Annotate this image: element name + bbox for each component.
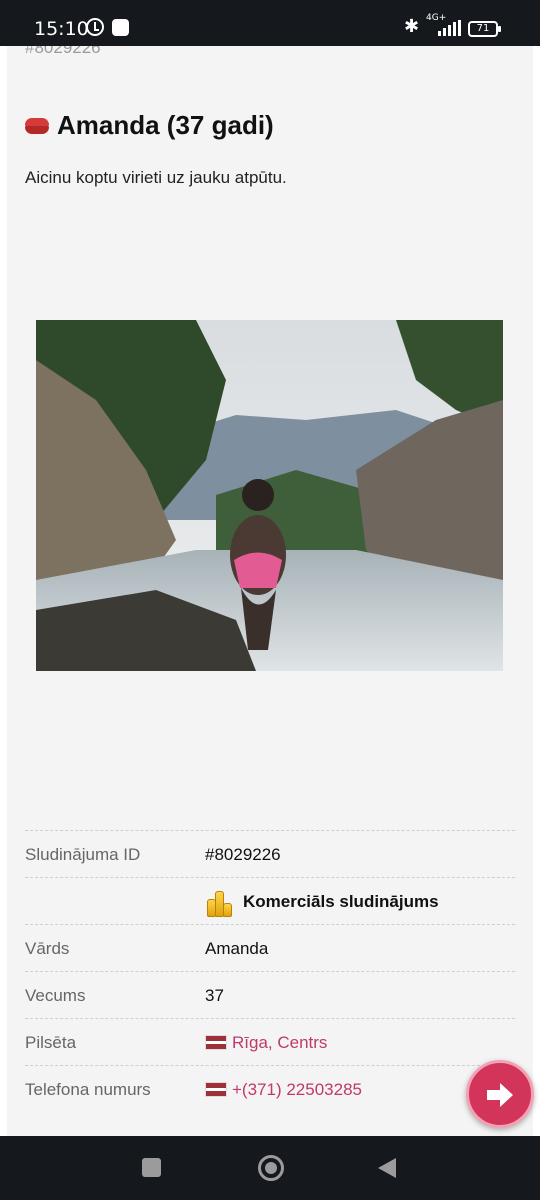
table-row: Komerciāls sludinājums <box>25 877 515 924</box>
phone-text[interactable]: +(371) 22503285 <box>232 1066 362 1113</box>
next-listing-button[interactable] <box>466 1060 534 1128</box>
page-title: Amanda (37 gadi) <box>57 110 274 140</box>
recents-icon[interactable] <box>142 1158 161 1177</box>
row-label: Pilsēta <box>25 1033 77 1052</box>
row-value: Amanda <box>205 939 269 958</box>
home-icon[interactable] <box>258 1155 284 1181</box>
system-nav-bar <box>0 1136 540 1200</box>
bluetooth-icon: ✱ <box>404 16 420 37</box>
row-value: Komerciāls sludinājums <box>205 878 439 925</box>
listing-id-header: #8029226 <box>25 46 101 57</box>
latvia-flag-icon <box>205 1082 227 1097</box>
lips-icon <box>25 117 49 134</box>
listing-card: #8029226 Amanda (37 gadi) Aicinu koptu v… <box>7 46 533 1136</box>
notification-icon <box>112 19 129 36</box>
table-row: Vecums 37 <box>25 971 515 1018</box>
arrow-right-icon <box>487 1083 513 1107</box>
phone-link[interactable]: +(371) 22503285 <box>205 1066 362 1113</box>
signal-icon <box>438 20 462 36</box>
status-time: 15:10 <box>34 18 89 40</box>
commercial-label: Komerciāls sludinājums <box>243 892 439 911</box>
back-icon[interactable] <box>378 1158 396 1178</box>
table-row: Pilsēta Rīga, Centrs <box>25 1018 515 1065</box>
row-value: #8029226 <box>205 845 281 864</box>
status-bar: 15:10 ✱ 4G+ 71 <box>0 0 540 46</box>
latvia-flag-icon <box>205 1035 227 1050</box>
row-label: Vārds <box>25 939 70 958</box>
city-text[interactable]: Rīga, Centrs <box>232 1019 327 1066</box>
row-label: Vecums <box>25 986 86 1005</box>
page-content[interactable]: #8029226 Amanda (37 gadi) Aicinu koptu v… <box>0 46 540 1136</box>
details-table: Sludinājuma ID #8029226 Komerciāls sludi… <box>25 830 515 1112</box>
listing-photo[interactable] <box>36 320 503 671</box>
battery-icon: 71 <box>468 21 501 37</box>
city-link[interactable]: Rīga, Centrs <box>205 1019 327 1066</box>
table-row: Sludinājuma ID #8029226 <box>25 830 515 877</box>
row-label: Telefona numurs <box>25 1080 151 1099</box>
alarm-icon <box>86 18 104 36</box>
listing-title: Amanda (37 gadi) <box>25 110 274 141</box>
row-label: Sludinājuma ID <box>25 845 141 864</box>
table-row: Telefona numurs +(371) 22503285 <box>25 1065 515 1112</box>
row-value: 37 <box>205 986 224 1005</box>
listing-description: Aicinu koptu virieti uz jauku atpūtu. <box>25 168 287 187</box>
coins-icon <box>205 887 235 917</box>
table-row: Vārds Amanda <box>25 924 515 971</box>
